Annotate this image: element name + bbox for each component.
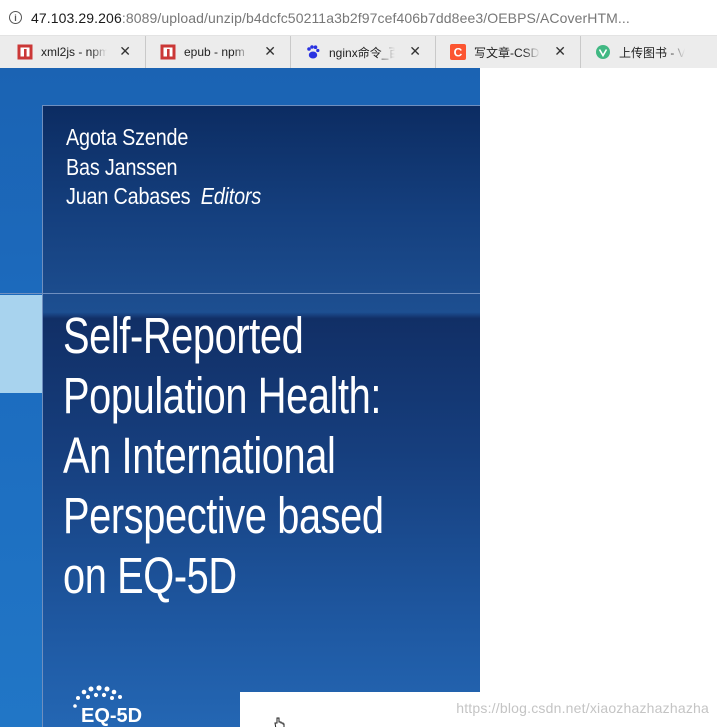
npm-icon xyxy=(17,44,33,60)
book-title: Self-Reported Population Health: An Inte… xyxy=(63,306,384,606)
tab-title: epub - npm xyxy=(184,45,245,59)
tab-title: xml2js - npm xyxy=(41,45,107,59)
tab-strip: xml2js - npm ✕ epub - npm ✕ nginx命令_百度 ✕… xyxy=(0,36,717,68)
tab-epub[interactable]: epub - npm ✕ xyxy=(146,36,291,68)
url-path: :8089/upload/unzip/b4dcfc50211a3b2f97cef… xyxy=(121,9,630,26)
page-viewport: Agota Szende Bas Janssen Juan Cabases Edi… xyxy=(0,68,717,727)
close-icon[interactable]: ✕ xyxy=(119,43,131,59)
vue-icon xyxy=(595,44,611,60)
title-line: on EQ-5D xyxy=(63,547,237,604)
url-host: 47.103.29.206 xyxy=(31,9,122,26)
editors-block: Agota Szende Bas Janssen Juan Cabases Edi… xyxy=(66,123,261,212)
hand-cursor-icon xyxy=(274,717,285,727)
cover-accent-bar xyxy=(0,295,42,393)
tab-title: 上传图书 - Vue xyxy=(619,45,685,60)
close-icon[interactable]: ✕ xyxy=(264,43,276,59)
title-line: Population Health: xyxy=(63,367,382,424)
tab-xml2js[interactable]: xml2js - npm ✕ xyxy=(0,36,146,68)
tab-csdn[interactable]: C 写文章-CSDN ✕ xyxy=(436,36,581,68)
editor-name: Agota Szende xyxy=(66,124,189,150)
close-icon[interactable]: ✕ xyxy=(409,43,421,59)
tab-vue[interactable]: 上传图书 - Vue xyxy=(581,36,717,68)
svg-text:C: C xyxy=(454,46,463,60)
close-icon[interactable]: ✕ xyxy=(554,43,566,59)
cover-divider xyxy=(0,293,480,294)
tab-nginx[interactable]: nginx命令_百度 ✕ xyxy=(291,36,436,68)
eq5d-logo: EQ-5D xyxy=(73,685,142,727)
tab-title: 写文章-CSDN xyxy=(474,45,540,60)
info-icon[interactable]: i xyxy=(9,11,22,24)
address-bar[interactable]: i 47.103.29.206:8089/upload/unzip/b4dcfc… xyxy=(0,0,717,36)
watermark: https://blog.csdn.net/xiaozhazhazhazha xyxy=(456,700,709,716)
baidu-paw-icon xyxy=(305,44,321,60)
title-line: Perspective based xyxy=(63,487,384,544)
editors-role: Editors xyxy=(200,183,262,209)
npm-icon xyxy=(160,44,176,60)
book-cover: Agota Szende Bas Janssen Juan Cabases Edi… xyxy=(0,68,480,727)
editor-name: Bas Janssen xyxy=(66,153,178,180)
csdn-icon: C xyxy=(450,44,466,60)
editor-name: Juan Cabases xyxy=(66,183,191,209)
tab-title: nginx命令_百度 xyxy=(329,45,395,60)
url-field[interactable]: 47.103.29.206:8089/upload/unzip/b4dcfc50… xyxy=(31,10,711,26)
title-line: Self-Reported xyxy=(63,307,304,364)
title-line: An International xyxy=(63,427,336,484)
logo-text: EQ-5D xyxy=(81,705,142,727)
